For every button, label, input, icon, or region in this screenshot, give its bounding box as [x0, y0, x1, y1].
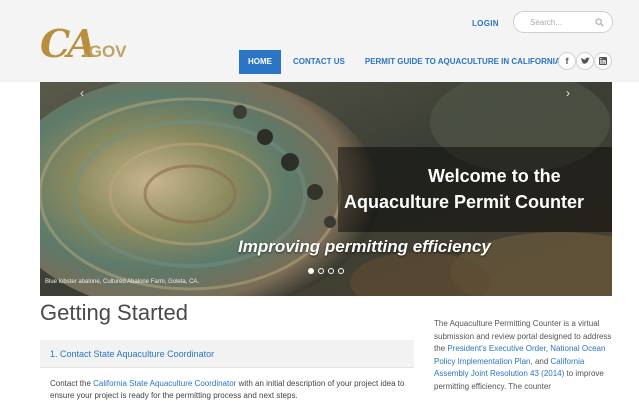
linkedin-icon[interactable] [594, 52, 612, 70]
carousel-dot[interactable] [328, 268, 334, 274]
sidebar-separator: , and [530, 356, 551, 366]
twitter-icon[interactable] [576, 52, 594, 70]
chevron-left-icon[interactable]: ‹ [80, 86, 84, 100]
search-box[interactable] [513, 11, 613, 33]
chevron-right-icon[interactable]: › [566, 86, 570, 100]
main-nav: HOME CONTACT US PERMIT GUIDE TO AQUACULT… [239, 50, 573, 74]
step-1-title: 1. Contact State Aquaculture Coordinator [50, 349, 215, 359]
hero-title-line1: Welcome to the [428, 166, 561, 186]
search-input[interactable] [528, 17, 592, 28]
coordinator-link[interactable]: California State Aquaculture Coordinator [93, 379, 236, 388]
carousel-indicators [308, 268, 344, 274]
carousel-dot[interactable] [308, 268, 314, 274]
login-link[interactable]: LOGIN [472, 19, 499, 28]
nav-contact-us[interactable]: CONTACT US [285, 50, 353, 74]
nav-home[interactable]: HOME [239, 50, 281, 74]
step-1-body: Contact the California State Aquaculture… [50, 378, 410, 402]
carousel-dot[interactable] [338, 268, 344, 274]
step-1-header[interactable]: 1. Contact State Aquaculture Coordinator [40, 340, 414, 368]
facebook-icon[interactable]: f [558, 52, 576, 70]
nav-permit-guide[interactable]: PERMIT GUIDE TO AQUACULTURE IN CALIFORNI… [357, 50, 569, 74]
ca-gov-logo[interactable]: CA .GOV [40, 22, 140, 72]
logo-gov-text: .GOV [84, 42, 127, 61]
hero-tagline: Improving permitting efficiency [238, 237, 491, 256]
page-title: Getting Started [40, 300, 188, 325]
hero-carousel[interactable]: Welcome to the Aquaculture Permit Counte… [40, 82, 612, 296]
hero-title-panel [338, 147, 612, 232]
hero-title-line2: Aquaculture Permit Counter [344, 192, 585, 212]
search-icon[interactable] [595, 18, 604, 27]
sidebar-description: The Aquaculture Permitting Counter is a … [434, 318, 619, 393]
step-1-text-prefix: Contact the [50, 379, 94, 388]
executive-order-link[interactable]: President's Executive Order [447, 344, 545, 353]
hero-photo-caption: Blue lobster abalone, Cultured Abalone F… [45, 279, 200, 285]
carousel-dot[interactable] [318, 268, 324, 274]
